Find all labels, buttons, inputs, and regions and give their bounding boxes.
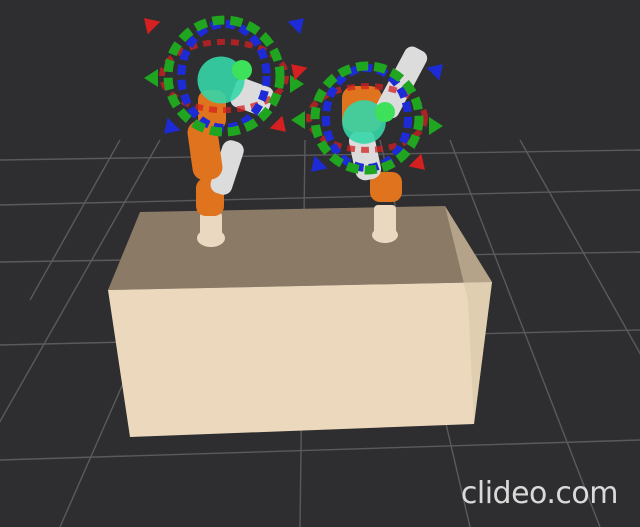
- grid-line: [0, 439, 640, 461]
- x-arrow-handle[interactable]: [408, 153, 432, 177]
- z-arrow-handle[interactable]: [305, 155, 328, 179]
- y-arrow-handle[interactable]: [291, 111, 305, 129]
- x-arrow-handle[interactable]: [269, 115, 293, 139]
- 3d-scene[interactable]: [0, 0, 640, 527]
- marker-handle[interactable]: [375, 102, 395, 122]
- x-arrow-handle[interactable]: [138, 12, 161, 35]
- grid-line: [0, 189, 640, 206]
- 3d-viewport[interactable]: clideo.com: [0, 0, 640, 527]
- marker-handle[interactable]: [232, 60, 252, 80]
- grid-line: [519, 139, 640, 355]
- y-arrow-handle[interactable]: [429, 117, 443, 135]
- y-arrow-handle[interactable]: [144, 69, 158, 87]
- grid-line: [29, 139, 121, 301]
- z-arrow-handle[interactable]: [158, 117, 181, 141]
- table-front: [108, 282, 492, 437]
- grid-line: [0, 149, 640, 161]
- z-arrow-handle[interactable]: [287, 12, 311, 35]
- table-top: [108, 206, 492, 290]
- z-arrow-handle[interactable]: [426, 58, 450, 81]
- table: [108, 206, 492, 437]
